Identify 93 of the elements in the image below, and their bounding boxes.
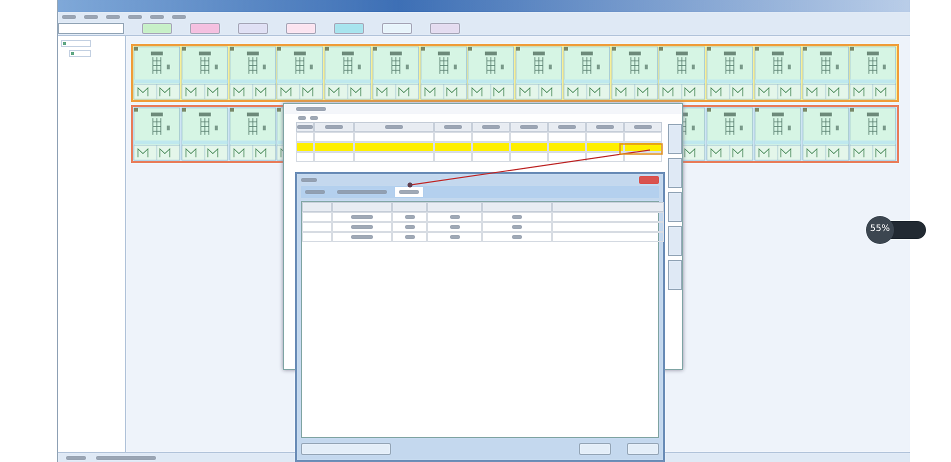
table-cell (548, 142, 586, 152)
blurred-label (296, 107, 326, 111)
cabinet-drawing[interactable] (276, 46, 324, 100)
side-tab[interactable] (668, 158, 682, 188)
cabinet-drawing[interactable] (658, 46, 706, 100)
menu-item[interactable] (150, 15, 164, 19)
blurred-label (96, 456, 156, 460)
table-cell (586, 152, 624, 162)
action-button[interactable] (301, 442, 391, 454)
toolbar-button[interactable] (238, 23, 268, 34)
cabinet-drawing[interactable] (420, 46, 468, 100)
table-cell (302, 222, 332, 232)
cabinet-drawing[interactable] (228, 107, 276, 161)
cabinet-drawing[interactable] (228, 46, 276, 100)
tree-item[interactable] (61, 40, 91, 47)
table-cell (314, 142, 354, 152)
table-cell (472, 152, 510, 162)
table-cell (482, 232, 552, 242)
table-cell (332, 222, 392, 232)
table-cell (482, 212, 552, 222)
side-tab[interactable] (668, 192, 682, 222)
table-cell (427, 212, 482, 222)
table-cell (510, 142, 548, 152)
toolbar-button[interactable] (382, 23, 412, 34)
tree-item[interactable] (69, 50, 91, 57)
table-cell (472, 142, 510, 152)
side-tab[interactable] (668, 260, 682, 290)
table-cell (434, 132, 472, 142)
cabinet-drawing[interactable] (706, 107, 754, 161)
menu-item[interactable] (106, 15, 120, 19)
toolbar-button[interactable] (190, 23, 220, 34)
cabinet-drawing[interactable] (467, 46, 515, 100)
cabinet-drawing[interactable] (802, 46, 850, 100)
cabinet-drawing[interactable] (754, 107, 802, 161)
cabinet-drawing[interactable] (754, 46, 802, 100)
table-cell (586, 132, 624, 142)
menu-item[interactable] (84, 15, 98, 19)
table-cell (624, 152, 662, 162)
cabinet-drawing[interactable] (372, 46, 420, 100)
table-cell (472, 132, 510, 142)
column-header (510, 122, 548, 132)
table-cell (434, 152, 472, 162)
column-header (624, 122, 662, 132)
cabinet-drawing[interactable] (562, 46, 610, 100)
table-cell (427, 222, 482, 232)
table-cell (302, 212, 332, 222)
column-header (586, 122, 624, 132)
table-cell (302, 232, 332, 242)
table-cell (586, 142, 624, 152)
table-cell (332, 212, 392, 222)
cabinet-drawing[interactable] (180, 46, 228, 100)
table-cell (434, 142, 472, 152)
table-cell (392, 232, 427, 242)
menu-item[interactable] (62, 15, 76, 19)
column-header (472, 122, 510, 132)
cabinet-drawing[interactable] (180, 107, 228, 161)
cabinet-drawing[interactable] (706, 46, 754, 100)
cancel-button[interactable] (627, 442, 659, 454)
column-header (548, 122, 586, 132)
cabinet-drawing[interactable] (849, 107, 897, 161)
table-cell (548, 152, 586, 162)
tab[interactable] (395, 187, 423, 197)
dropdown-field[interactable] (58, 23, 124, 34)
table-cell (392, 212, 427, 222)
side-tab[interactable] (668, 124, 682, 154)
table-cell (548, 132, 586, 142)
menu-item[interactable] (128, 15, 142, 19)
toolbar-button[interactable] (430, 23, 460, 34)
cabinet-drawing[interactable] (849, 46, 897, 100)
table-cell (332, 232, 392, 242)
toolbar-button[interactable] (334, 23, 364, 34)
menu-item[interactable] (172, 15, 186, 19)
table-cell (624, 132, 662, 142)
table-cell (482, 222, 552, 232)
table-cell (510, 152, 548, 162)
ok-button[interactable] (579, 442, 611, 454)
blurred-label (301, 178, 317, 182)
cabinet-drawing[interactable] (133, 107, 181, 161)
table-cell (314, 132, 354, 142)
cabinet-drawing[interactable] (515, 46, 563, 100)
table-cell (427, 232, 482, 242)
close-button[interactable] (639, 176, 659, 184)
table-cell (392, 222, 427, 232)
blurred-label (66, 456, 86, 460)
cabinet-drawing[interactable] (802, 107, 850, 161)
cabinet-drawing[interactable] (610, 46, 658, 100)
table-cell (314, 152, 354, 162)
toolbar-button[interactable] (286, 23, 316, 34)
cabinet-drawing[interactable] (133, 46, 181, 100)
table-cell (510, 132, 548, 142)
toolbar-button[interactable] (142, 23, 172, 34)
side-tab[interactable] (668, 226, 682, 256)
cabinet-drawing[interactable] (324, 46, 372, 100)
